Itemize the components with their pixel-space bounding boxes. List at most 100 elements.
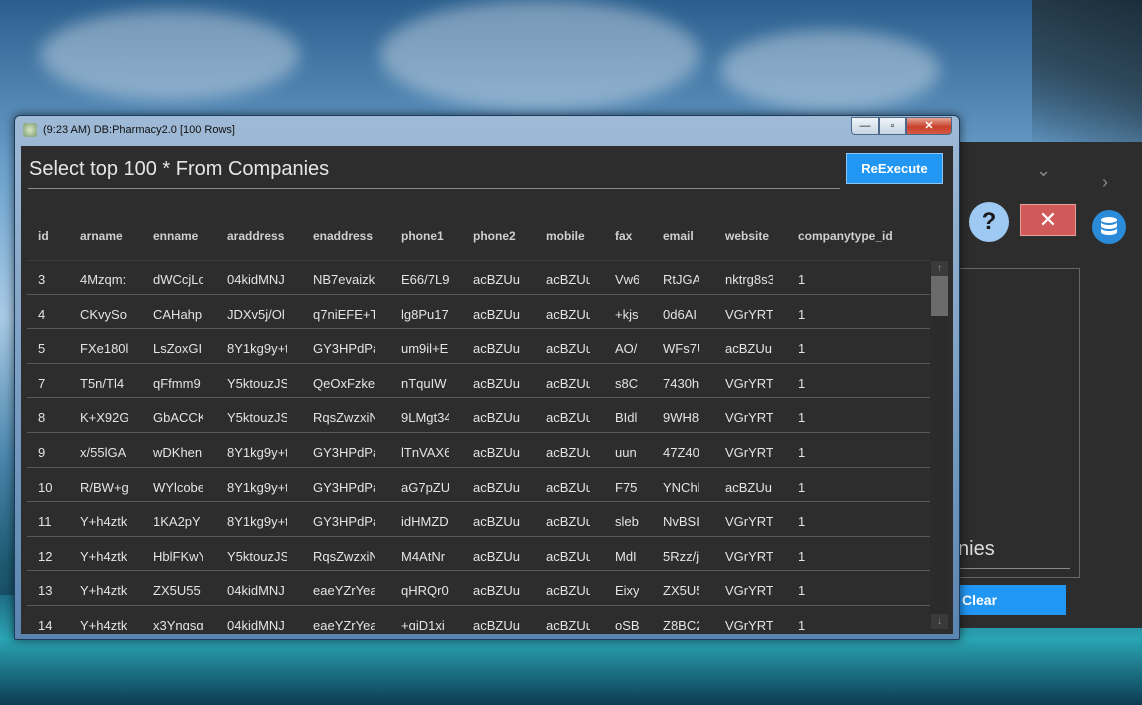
table-cell-araddress[interactable]: Y5ktouzJS [227, 410, 287, 425]
table-cell-araddress[interactable]: 8Y1kg9y+t [227, 480, 287, 495]
table-cell-website[interactable]: acBZUu [725, 341, 772, 356]
table-cell-enname[interactable]: LsZoxGI [153, 341, 202, 356]
table-cell-enaddress[interactable]: eaeYZrYea [313, 618, 375, 630]
table-cell-phone1[interactable]: idHMZD [401, 514, 449, 529]
table-cell-companytype_id[interactable]: 1 [798, 307, 805, 322]
table-cell-enname[interactable]: WYlcobe [153, 480, 203, 495]
table-cell-enaddress[interactable]: q7niEFE+T [313, 307, 375, 322]
table-cell-phone2[interactable]: acBZUu [473, 549, 520, 564]
table-cell-araddress[interactable]: 04kidMNJ [227, 618, 285, 630]
table-cell-phone2[interactable]: acBZUu [473, 307, 520, 322]
table-cell-araddress[interactable]: 04kidMNJ [227, 583, 285, 598]
table-cell-mobile[interactable]: acBZUu [546, 272, 590, 287]
minimize-button[interactable]: — [851, 117, 879, 135]
column-header-arname[interactable]: arname [80, 229, 123, 243]
table-cell-website[interactable]: acBZUu [725, 480, 772, 495]
table-cell-email[interactable]: 5Rzz/j [663, 549, 699, 564]
table-cell-arname[interactable]: x/55lGA [80, 445, 126, 460]
table-cell-phone1[interactable]: lg8Pu17 [401, 307, 449, 322]
table-cell-enaddress[interactable]: QeOxFzke [313, 376, 375, 391]
table-cell-id[interactable]: 14 [38, 618, 52, 630]
database-icon[interactable] [1092, 210, 1126, 244]
table-cell-enaddress[interactable]: eaeYZrYea [313, 583, 375, 598]
table-cell-araddress[interactable]: 8Y1kg9y+t [227, 341, 287, 356]
table-cell-fax[interactable]: AO/ [615, 341, 637, 356]
table-cell-fax[interactable]: MdI [615, 549, 637, 564]
table-cell-companytype_id[interactable]: 1 [798, 618, 805, 630]
table-cell-phone1[interactable]: M4AtNr [401, 549, 445, 564]
table-cell-phone1[interactable]: qHRQr0 [401, 583, 449, 598]
table-cell-mobile[interactable]: acBZUu [546, 583, 590, 598]
table-cell-phone2[interactable]: acBZUu [473, 376, 520, 391]
table-cell-phone1[interactable]: E66/7L9 [401, 272, 449, 287]
table-cell-id[interactable]: 10 [38, 480, 52, 495]
table-cell-fax[interactable]: uun [615, 445, 637, 460]
table-cell-araddress[interactable]: Y5ktouzJS [227, 549, 287, 564]
table-cell-arname[interactable]: Y+h4ztk [80, 514, 127, 529]
table-cell-fax[interactable]: +kjs [615, 307, 638, 322]
table-cell-id[interactable]: 4 [38, 307, 45, 322]
table-cell-website[interactable]: VGrYRT2 [725, 514, 773, 529]
table-cell-arname[interactable]: 4Mzqm: [80, 272, 126, 287]
table-row[interactable]: 9 x/55lGA wDKhen 8Y1kg9y+t GY3HPdPa lTnVAX6 ac… [27, 433, 931, 468]
table-cell-phone1[interactable]: +qiD1xj [401, 618, 445, 630]
close-button[interactable]: ✕ [1020, 204, 1076, 236]
table-cell-id[interactable]: 7 [38, 376, 45, 391]
table-cell-fax[interactable]: s8C [615, 376, 638, 391]
table-cell-phone1[interactable]: nTquIW [401, 376, 447, 391]
table-cell-mobile[interactable]: acBZUu [546, 618, 590, 630]
table-cell-id[interactable]: 11 [38, 514, 52, 529]
table-row[interactable]: 3 4Mzqm: dWCcjLc 04kidMNJ NB7evaizk E66/7L9 ac… [27, 260, 931, 295]
table-row[interactable]: 4 CKvySo: CAHahp JDXv5j/Ol q7niEFE+T lg8Pu17 a… [27, 295, 931, 330]
column-header-id[interactable]: id [38, 229, 49, 243]
table-cell-companytype_id[interactable]: 1 [798, 480, 805, 495]
table-cell-phone2[interactable]: acBZUu [473, 480, 520, 495]
table-cell-fax[interactable]: F75 [615, 480, 637, 495]
table-cell-arname[interactable]: Y+h4ztk [80, 618, 127, 630]
table-cell-enname[interactable]: ZX5U55 [153, 583, 201, 598]
help-button[interactable]: ? [969, 202, 1009, 242]
table-cell-araddress[interactable]: JDXv5j/Ol [227, 307, 285, 322]
table-cell-enname[interactable]: CAHahp [153, 307, 202, 322]
table-cell-companytype_id[interactable]: 1 [798, 376, 805, 391]
table-cell-enname[interactable]: wDKhen [153, 445, 202, 460]
table-cell-enaddress[interactable]: GY3HPdPa [313, 514, 375, 529]
column-header-mobile[interactable]: mobile [546, 229, 585, 243]
column-header-email[interactable]: email [663, 229, 694, 243]
table-cell-companytype_id[interactable]: 1 [798, 583, 805, 598]
table-cell-phone2[interactable]: acBZUu [473, 583, 520, 598]
table-cell-phone2[interactable]: acBZUu [473, 618, 520, 630]
column-header-companytype_id[interactable]: companytype_id [798, 229, 893, 243]
table-cell-id[interactable]: 12 [38, 549, 52, 564]
table-cell-fax[interactable]: oSB [615, 618, 639, 630]
table-cell-fax[interactable]: BIdl [615, 410, 637, 425]
table-cell-companytype_id[interactable]: 1 [798, 514, 805, 529]
table-cell-phone2[interactable]: acBZUu [473, 445, 520, 460]
window-close-button[interactable]: ✕ [906, 117, 952, 135]
table-cell-mobile[interactable]: acBZUu [546, 410, 590, 425]
table-cell-araddress[interactable]: 8Y1kg9y+t [227, 445, 287, 460]
table-cell-enaddress[interactable]: GY3HPdPa [313, 445, 375, 460]
table-cell-enaddress[interactable]: RqsZwzxiN [313, 549, 375, 564]
table-cell-phone2[interactable]: acBZUu [473, 341, 520, 356]
table-cell-mobile[interactable]: acBZUu [546, 376, 590, 391]
table-cell-email[interactable]: 0d6AI [663, 307, 697, 322]
table-row[interactable]: 12 Y+h4ztk HblFKwY Y5ktouzJS RqsZwzxiN M4AtNr… [27, 537, 931, 572]
scroll-down-arrow-icon[interactable]: ↓ [931, 614, 948, 629]
table-cell-phone2[interactable]: acBZUu [473, 514, 520, 529]
table-row[interactable]: 11 Y+h4ztk 1KA2pY 8Y1kg9y+t GY3HPdPa idHMZD ac… [27, 502, 931, 537]
table-cell-phone1[interactable]: 9LMgt34 [401, 410, 449, 425]
table-cell-enaddress[interactable]: NB7evaizk [313, 272, 375, 287]
table-cell-website[interactable]: VGrYRT2 [725, 445, 773, 460]
table-cell-email[interactable]: YNChl [663, 480, 699, 495]
table-cell-enname[interactable]: HblFKwY [153, 549, 203, 564]
table-cell-id[interactable]: 3 [38, 272, 45, 287]
clear-button[interactable]: Clear [952, 585, 1066, 615]
table-cell-mobile[interactable]: acBZUu [546, 445, 590, 460]
table-cell-araddress[interactable]: 8Y1kg9y+t [227, 514, 287, 529]
table-cell-mobile[interactable]: acBZUu [546, 307, 590, 322]
table-cell-enname[interactable]: qFfmm9 [153, 376, 201, 391]
maximize-button[interactable]: ▫ [879, 117, 906, 135]
table-cell-email[interactable]: Z8BC2 [663, 618, 699, 630]
table-cell-companytype_id[interactable]: 1 [798, 272, 805, 287]
